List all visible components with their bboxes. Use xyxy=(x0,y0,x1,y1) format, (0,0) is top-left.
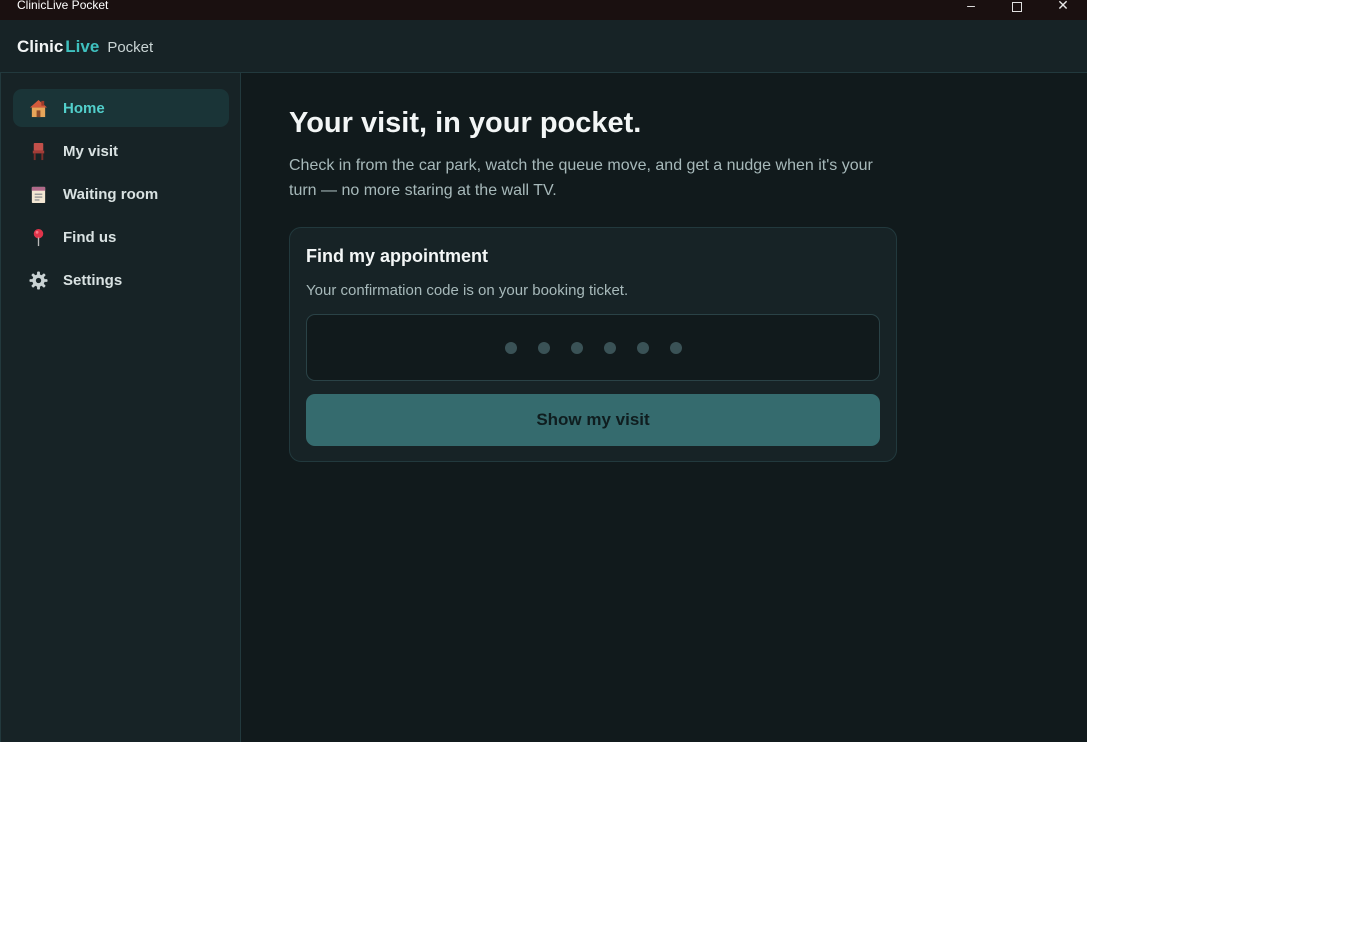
sidebar-item-label: Home xyxy=(63,99,105,117)
logo-live: Live xyxy=(65,37,100,56)
sidebar-item-label: My visit xyxy=(63,142,119,160)
sidebar-item-find-us[interactable]: Find us xyxy=(13,218,229,256)
minimize-button[interactable]: – xyxy=(948,0,994,16)
card-subtitle: Your confirmation code is on your bookin… xyxy=(306,282,629,299)
main-content: Your visit, in your pocket. Check in fro… xyxy=(241,73,1087,742)
logo-clinic: Clinic xyxy=(17,37,64,56)
gear-icon xyxy=(29,270,48,290)
card-title: Find my appointment xyxy=(306,246,488,266)
sidebar: Home My visit Waiting room Find us Setti… xyxy=(0,73,241,742)
sidebar-item-settings[interactable]: Settings xyxy=(13,261,229,299)
maximize-button[interactable] xyxy=(994,0,1040,16)
title-bar: ClinicLive Pocket – ✕ xyxy=(0,0,1087,20)
window-title: ClinicLive Pocket xyxy=(17,0,109,12)
app-header: Clinic Live Pocket xyxy=(0,20,1087,73)
confirmation-code-input[interactable] xyxy=(306,314,880,381)
close-button[interactable]: ✕ xyxy=(1040,0,1086,16)
sidebar-item-home[interactable]: Home xyxy=(13,89,229,127)
sidebar-item-label: Waiting room xyxy=(63,185,159,203)
page-title: Your visit, in your pocket. xyxy=(289,107,642,139)
sidebar-item-waiting-room[interactable]: Waiting room xyxy=(13,175,229,213)
logo-pocket: Pocket xyxy=(107,39,154,56)
sidebar-item-my-visit[interactable]: My visit xyxy=(13,132,229,170)
minimize-icon: – xyxy=(967,0,975,13)
clipboard-icon xyxy=(29,185,48,204)
app-window: ClinicLive Pocket – ✕ Clinic Live Pocket H… xyxy=(0,0,1087,742)
show-my-visit-button[interactable]: Show my visit xyxy=(306,394,880,446)
app-logo: Clinic Live Pocket xyxy=(17,36,153,59)
sidebar-item-label: Find us xyxy=(63,228,117,246)
close-icon: ✕ xyxy=(1057,0,1069,13)
sidebar-item-label: Settings xyxy=(63,271,123,289)
find-appointment-card: Find my appointment Your confirmation co… xyxy=(289,227,897,462)
chair-icon xyxy=(29,142,48,161)
pin-icon xyxy=(29,228,48,247)
maximize-icon xyxy=(1012,2,1022,12)
house-icon xyxy=(29,99,48,118)
page-lead: Check in from the car park, watch the qu… xyxy=(289,157,873,199)
